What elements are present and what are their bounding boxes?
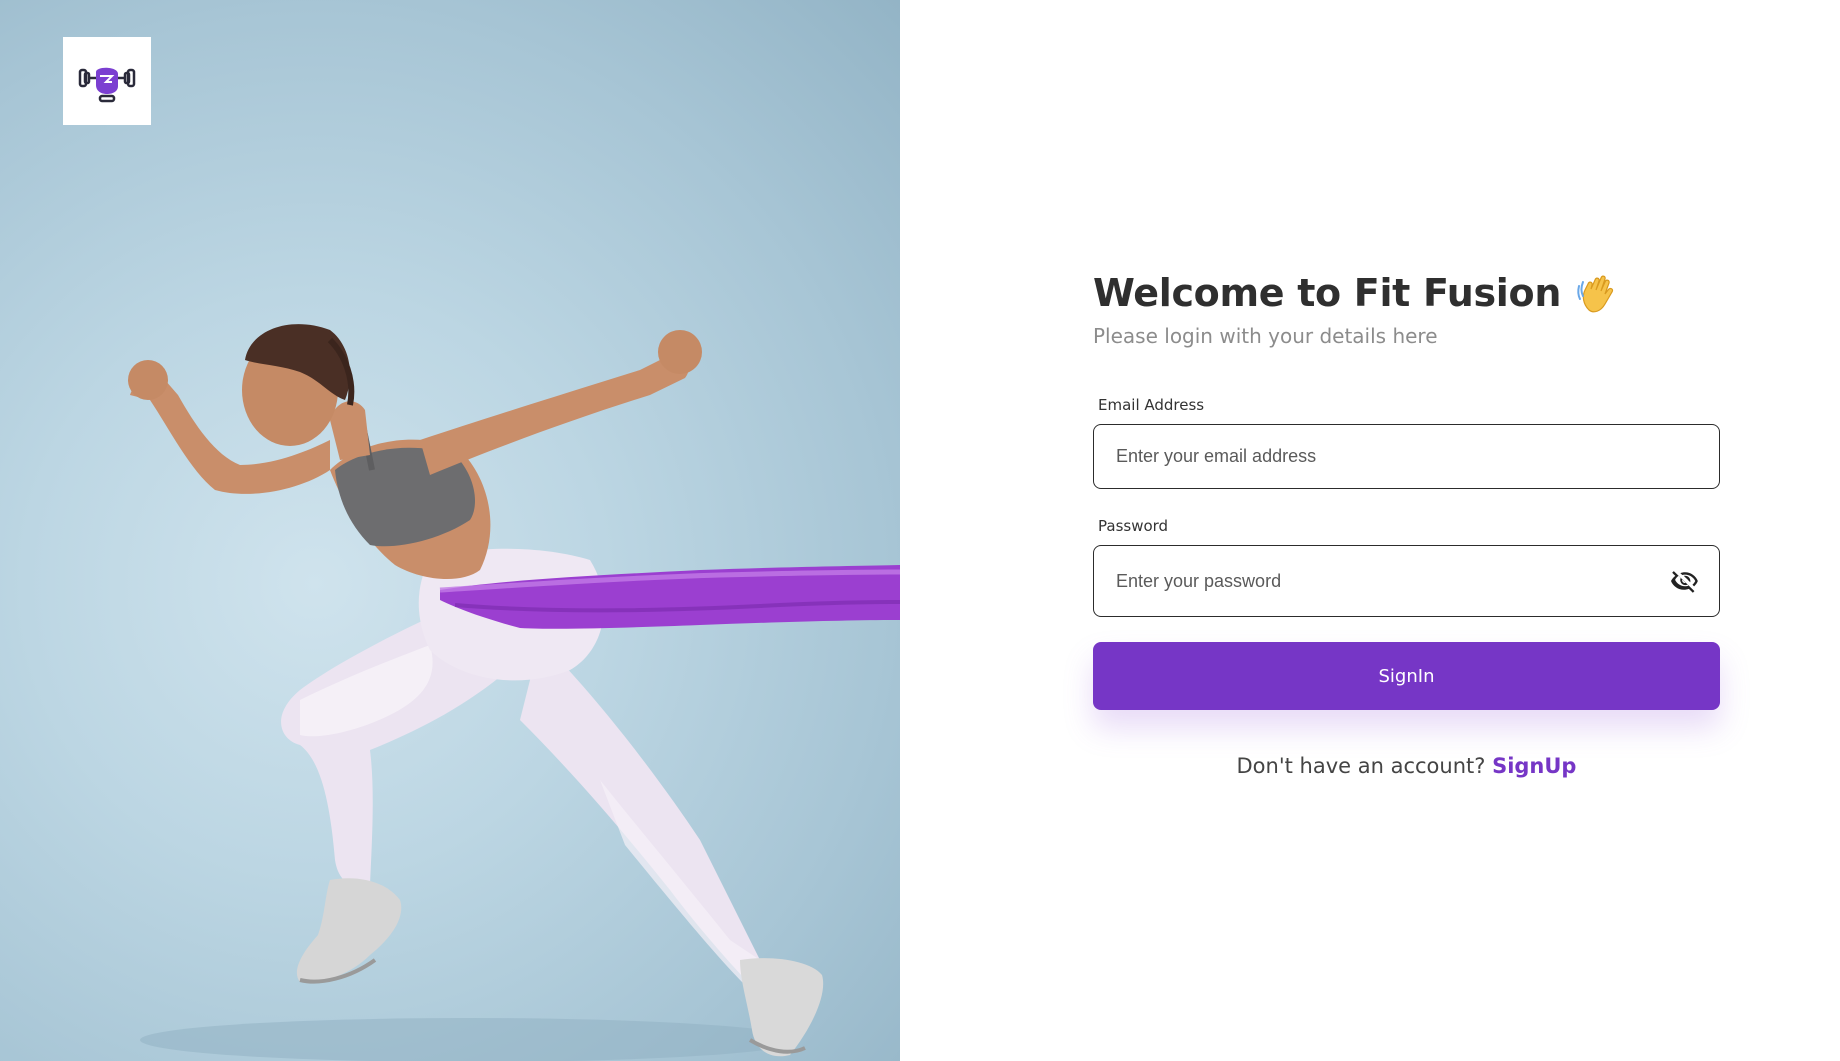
login-form: Welcome to Fit Fusion Please login with … <box>1093 270 1720 778</box>
waving-hand-icon <box>1577 275 1614 313</box>
email-field-wrapper <box>1093 424 1720 489</box>
eye-off-icon <box>1671 571 1698 593</box>
password-visibility-toggle[interactable] <box>1669 565 1701 597</box>
password-label: Password <box>1098 517 1169 535</box>
signin-button[interactable]: SignIn <box>1093 642 1720 710</box>
login-page: Welcome to Fit Fusion Please login with … <box>0 0 1840 1061</box>
hero-panel <box>0 0 900 1061</box>
signup-row: Don't have an account? SignUp <box>1093 754 1720 778</box>
page-title: Welcome to Fit Fusion <box>1093 271 1562 315</box>
hero-athlete-image <box>128 324 900 1061</box>
password-group: Password <box>1093 517 1720 617</box>
page-subtitle: Please login with your details here <box>1093 324 1438 348</box>
app-logo[interactable] <box>63 37 151 125</box>
dumbbell-boxing-glove-icon <box>78 67 136 103</box>
signup-prompt: Don't have an account? <box>1236 754 1486 778</box>
password-input[interactable] <box>1094 546 1719 616</box>
email-input[interactable] <box>1094 425 1719 488</box>
email-group: Email Address <box>1093 396 1720 489</box>
signup-link[interactable]: SignUp <box>1492 754 1576 778</box>
title-row: Welcome to Fit Fusion <box>1093 270 1720 316</box>
email-label: Email Address <box>1098 396 1205 414</box>
password-field-wrapper <box>1093 545 1720 617</box>
